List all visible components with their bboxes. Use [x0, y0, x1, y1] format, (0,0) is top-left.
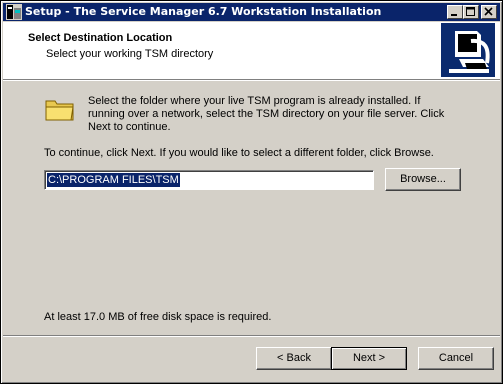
destination-path-value: C:\PROGRAM FILES\TSM [47, 173, 180, 187]
title-bar[interactable]: Setup - The Service Manager 6.7 Workstat… [3, 3, 500, 21]
page-title: Select Destination Location [28, 32, 173, 44]
cancel-button[interactable]: Cancel [418, 347, 494, 370]
setup-window: Setup - The Service Manager 6.7 Workstat… [0, 0, 503, 384]
footer-divider [3, 335, 500, 337]
minimize-button[interactable] [447, 5, 463, 19]
folder-icon [45, 100, 74, 121]
browse-button[interactable]: Browse... [385, 168, 461, 191]
header-divider [3, 79, 500, 81]
instruction-text: To continue, click Next. If you would li… [44, 147, 434, 159]
close-button[interactable] [481, 5, 497, 19]
page-subtitle: Select your working TSM directory [46, 48, 214, 60]
maximize-icon [466, 7, 475, 16]
back-button[interactable]: < Back [256, 347, 332, 370]
maximize-button[interactable] [463, 5, 479, 19]
disk-space-text: At least 17.0 MB of free disk space is r… [44, 311, 272, 323]
close-icon [484, 7, 493, 16]
minimize-icon [451, 14, 457, 16]
workstation-logo-icon [441, 23, 495, 77]
folder-description: Select the folder where your live TSM pr… [88, 95, 445, 133]
setup-app-icon [6, 4, 22, 20]
next-button[interactable]: Next > [331, 347, 407, 370]
wizard-header: Select Destination Location Select your … [3, 22, 500, 79]
destination-path-input[interactable]: C:\PROGRAM FILES\TSM [44, 170, 374, 190]
window-title: Setup - The Service Manager 6.7 Workstat… [25, 5, 382, 18]
